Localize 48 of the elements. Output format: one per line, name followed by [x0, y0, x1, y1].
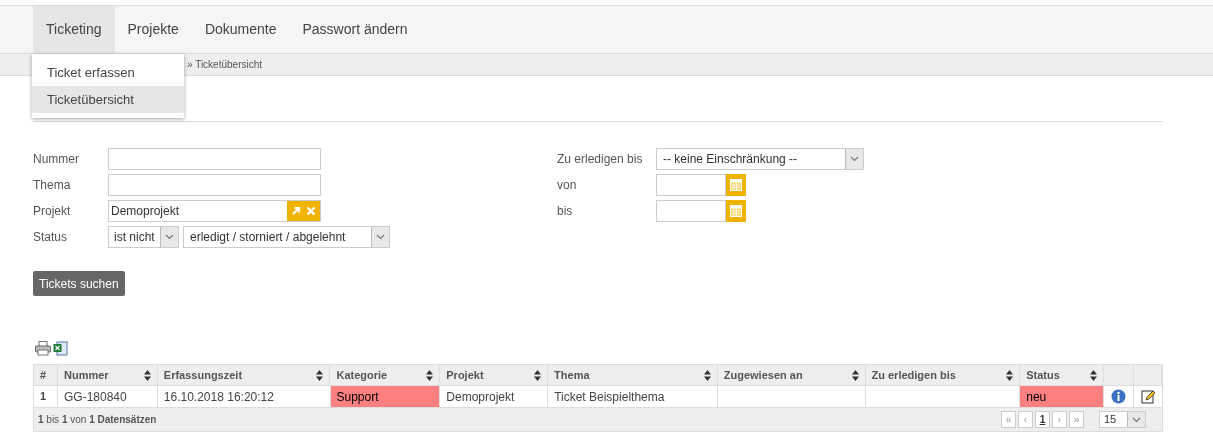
field-label: Projekt [33, 203, 72, 220]
info-icon[interactable] [1111, 389, 1127, 404]
column-header[interactable]: Erfassungszeit [157, 365, 331, 385]
breadcrumb[interactable]: » Ticketübersicht [187, 57, 263, 72]
sort-icon[interactable] [1090, 369, 1098, 381]
sort-icon[interactable] [851, 369, 859, 381]
field-label: Status [33, 229, 69, 246]
sort-icon[interactable] [534, 369, 542, 381]
operator-select[interactable]: ist nicht [108, 226, 179, 248]
column-header: # [34, 365, 58, 385]
column-header[interactable]: Status [1020, 365, 1105, 385]
due-select[interactable]: -- keine Einschränkung -- [656, 148, 864, 170]
spreadsheet-icon[interactable] [53, 340, 68, 356]
sort-icon[interactable] [703, 369, 711, 381]
nav-tab[interactable]: Ticketing [33, 6, 115, 53]
record-count: 1 bis 1 von 1 Datensätzen [38, 413, 157, 427]
pagination-button[interactable]: 1 [1035, 411, 1050, 428]
edit-icon[interactable] [1140, 389, 1156, 404]
text-field[interactable] [108, 174, 321, 196]
table-cell: Support [330, 386, 441, 407]
date-field[interactable] [656, 200, 726, 222]
column-header[interactable]: Thema [548, 365, 718, 385]
menu-item[interactable]: Ticket erfassen [32, 59, 184, 86]
text-field[interactable] [108, 148, 321, 170]
page-size-select[interactable]: 15 [1099, 411, 1146, 428]
field-label: bis [557, 203, 574, 220]
nav-tab[interactable]: Dokumente [191, 6, 290, 53]
field-label: Thema [33, 177, 72, 194]
field-label: Nummer [33, 151, 80, 168]
nav-tab[interactable]: Projekte [114, 6, 192, 53]
sort-icon[interactable] [426, 369, 434, 381]
column-header[interactable]: Projekt [440, 365, 549, 385]
sort-icon[interactable] [143, 369, 151, 381]
sort-icon[interactable] [1006, 369, 1014, 381]
search-button[interactable]: Tickets suchen [33, 271, 125, 296]
menu-item[interactable]: Ticketübersicht [32, 86, 184, 113]
date-field[interactable] [656, 174, 726, 196]
sort-icon[interactable] [316, 369, 324, 381]
column-header[interactable]: Kategorie [330, 365, 441, 385]
nav-tab[interactable]: Passwort ändern [289, 6, 421, 53]
printer-icon[interactable] [35, 340, 51, 356]
field-label: von [557, 177, 578, 194]
column-header[interactable]: Nummer [58, 365, 158, 385]
status-select[interactable]: erledigt / storniert / abgelehnt [183, 226, 390, 248]
field-label: Zu erledigen bis [557, 151, 644, 168]
column-header[interactable]: Zu erledigen bis [865, 365, 1021, 385]
column-header[interactable]: Zugewiesen an [717, 365, 866, 385]
table-cell: neu [1020, 386, 1105, 407]
